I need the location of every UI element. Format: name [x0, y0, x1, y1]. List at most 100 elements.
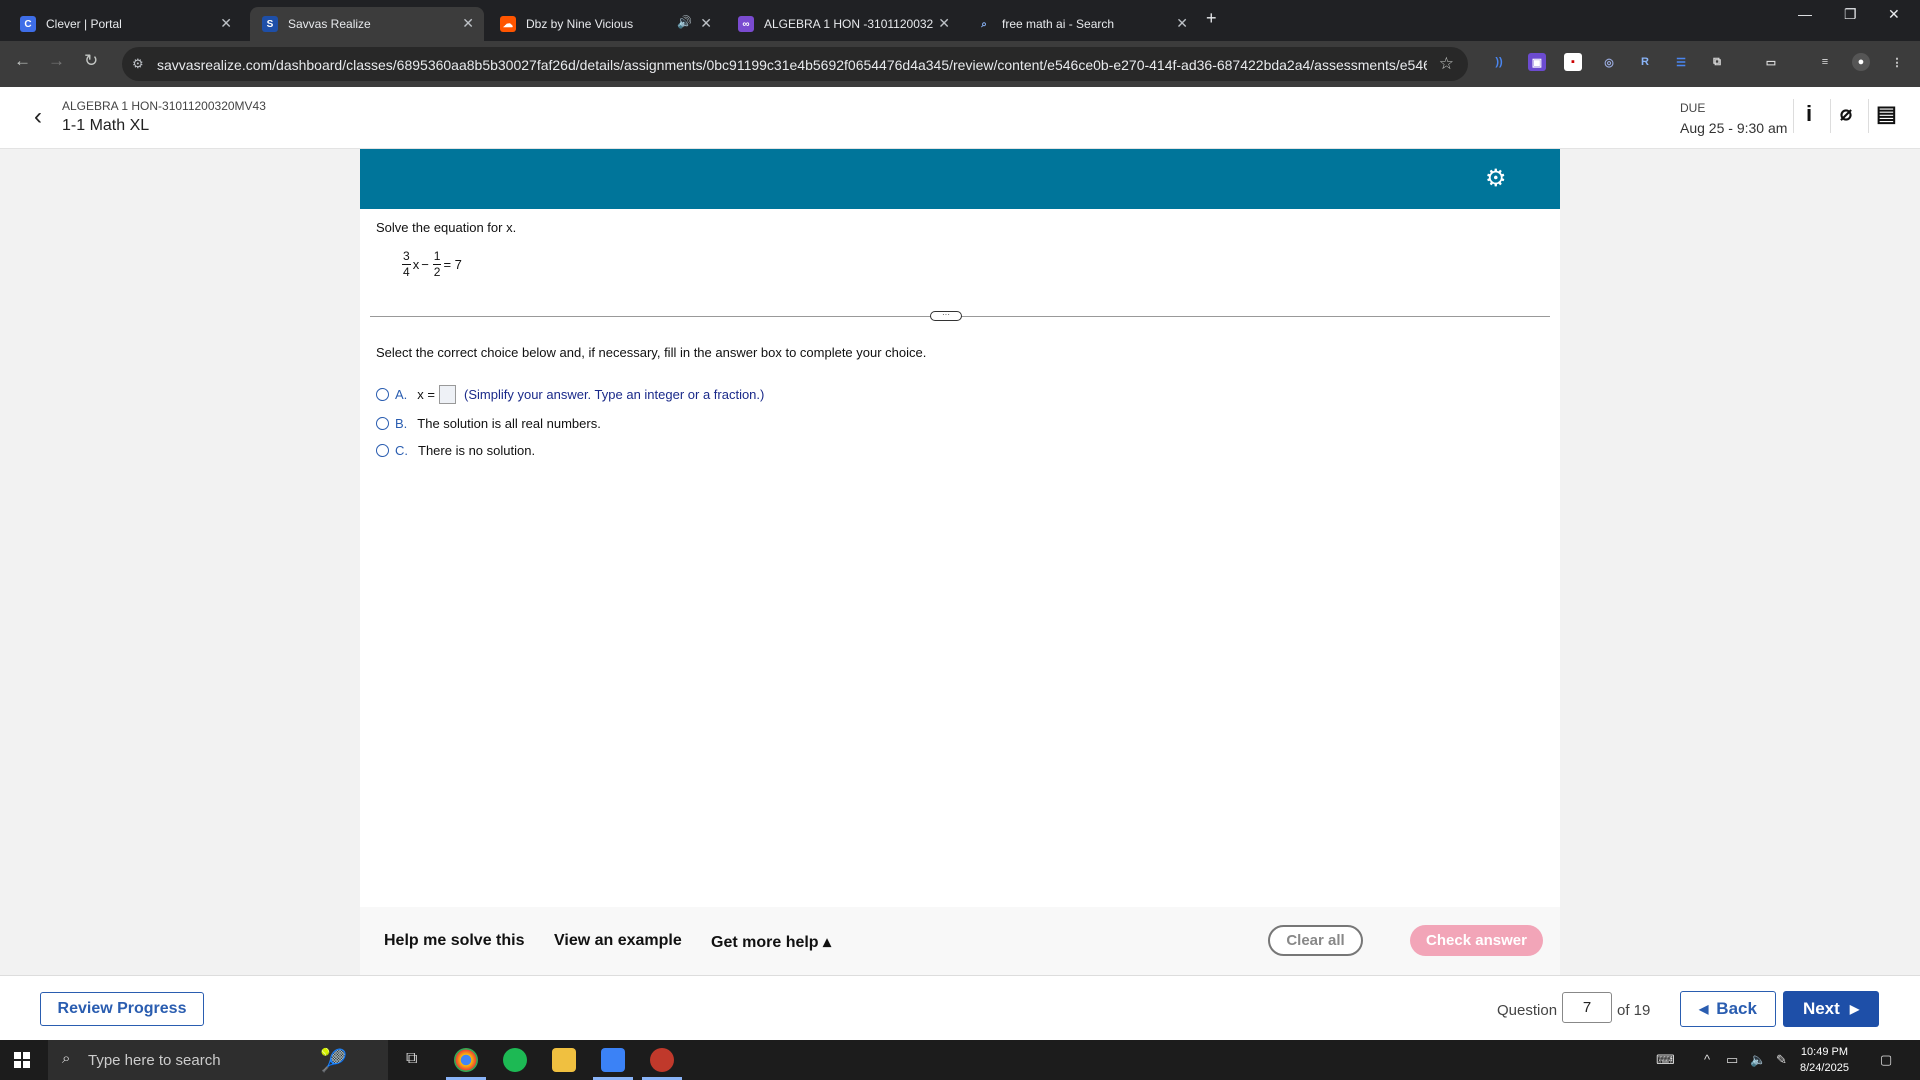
- bookmark-star-icon[interactable]: ☆: [1439, 54, 1454, 74]
- profile-avatar[interactable]: ●: [1852, 53, 1870, 71]
- tab-savvas-realize[interactable]: S Savvas Realize ✕: [250, 7, 484, 41]
- radio-button[interactable]: [376, 417, 389, 430]
- windows-start-icon[interactable]: [14, 1052, 30, 1068]
- instruction-text: Select the correct choice below and, if …: [376, 345, 927, 360]
- choice-letter: B.: [395, 416, 408, 431]
- soundcloud-icon: ☁: [500, 16, 516, 32]
- choice-text: There is no solution.: [418, 443, 536, 458]
- windows-taskbar: ⌕ Type here to search 🎾 ⧉ ⌨ ^ ▭ 🔈 ✎ 10:4…: [0, 1040, 1920, 1080]
- cast-icon[interactable]: ▭: [1762, 53, 1780, 71]
- choice-prefix: x =: [417, 387, 436, 402]
- app-icon[interactable]: [601, 1048, 625, 1072]
- site-info-icon[interactable]: ⚙: [132, 56, 144, 72]
- extension-icon[interactable]: R: [1636, 53, 1654, 71]
- keyboard-icon[interactable]: ⌨: [1656, 1052, 1675, 1068]
- clear-all-button[interactable]: Clear all: [1268, 925, 1363, 956]
- tab-clever[interactable]: C Clever | Portal ✕: [8, 7, 242, 41]
- radio-button[interactable]: [376, 444, 389, 457]
- taskbar-search-box[interactable]: ⌕ Type here to search 🎾: [48, 1040, 388, 1080]
- question-prompt: Solve the equation for x.: [376, 220, 517, 235]
- extension-icon[interactable]: ◎: [1600, 53, 1618, 71]
- tab-title: free math ai - Search: [1002, 17, 1115, 31]
- tab-search[interactable]: ⌕ free math ai - Search ✕: [964, 7, 1198, 41]
- gear-icon[interactable]: ⚙: [1485, 164, 1507, 193]
- back-button[interactable]: ◀ Back: [1680, 991, 1776, 1027]
- close-icon[interactable]: ✕: [1176, 15, 1188, 32]
- paperclip-icon[interactable]: ⌀: [1840, 101, 1852, 126]
- info-icon[interactable]: i: [1806, 101, 1812, 127]
- extension-icon[interactable]: ▪: [1564, 53, 1582, 71]
- extension-icon[interactable]: ☰: [1672, 53, 1690, 71]
- equation: 3 4 x − 1 2 = 7: [400, 249, 462, 280]
- panel-header: ⚙: [360, 149, 1560, 209]
- extension-icon[interactable]: ▣: [1528, 53, 1546, 71]
- choice-a[interactable]: A. x = (Simplify your answer. Type an in…: [376, 385, 764, 404]
- numerator: 1: [432, 249, 442, 265]
- answer-input[interactable]: [439, 385, 457, 404]
- divider: [1793, 99, 1794, 133]
- minimize-icon[interactable]: —: [1798, 6, 1812, 22]
- get-more-help-button[interactable]: Get more help ▴: [711, 932, 831, 952]
- forward-arrow-icon[interactable]: →: [48, 51, 65, 71]
- back-arrow-icon[interactable]: ←: [14, 51, 31, 71]
- close-icon[interactable]: ✕: [700, 15, 712, 32]
- tab-algebra[interactable]: ∞ ALGEBRA 1 HON -3101120032 ✕: [726, 7, 960, 41]
- back-label: Back: [1716, 999, 1757, 1018]
- clock-date: 8/24/2025: [1800, 1062, 1849, 1074]
- choice-c[interactable]: C. There is no solution.: [376, 443, 535, 458]
- close-icon[interactable]: ✕: [220, 15, 232, 32]
- fraction: 1 2: [432, 249, 442, 280]
- address-bar[interactable]: ⚙ savvasrealize.com/dashboard/classes/68…: [122, 47, 1468, 81]
- reload-icon[interactable]: ↻: [84, 51, 98, 71]
- spotify-icon[interactable]: [503, 1048, 527, 1072]
- close-icon[interactable]: ✕: [938, 15, 950, 32]
- volume-icon[interactable]: 🔈: [1750, 1052, 1766, 1068]
- choice-text: The solution is all real numbers.: [417, 416, 601, 431]
- tab-title: Clever | Portal: [46, 17, 122, 31]
- search-icon: ⌕: [62, 1050, 71, 1067]
- question-label: Question: [1497, 1002, 1558, 1019]
- tab-title: ALGEBRA 1 HON -3101120032: [764, 17, 934, 31]
- file-explorer-icon[interactable]: [552, 1048, 576, 1072]
- choice-b[interactable]: B. The solution is all real numbers.: [376, 416, 601, 431]
- clock-time: 10:49 PM: [1800, 1046, 1849, 1058]
- back-chevron-icon[interactable]: ‹: [34, 103, 42, 131]
- restore-icon[interactable]: ❐: [1844, 6, 1857, 23]
- media-controls-icon[interactable]: ≡: [1816, 53, 1834, 71]
- chrome-icon[interactable]: [454, 1048, 478, 1072]
- comment-icon[interactable]: ▤: [1876, 101, 1897, 127]
- review-progress-button[interactable]: Review Progress: [40, 992, 204, 1026]
- browser-toolbar: ← → ↻ ⚙ savvasrealize.com/dashboard/clas…: [0, 41, 1920, 87]
- pen-icon[interactable]: ✎: [1776, 1052, 1787, 1068]
- read-aloud-extension-icon[interactable]: )): [1490, 53, 1508, 71]
- radio-button[interactable]: [376, 388, 389, 401]
- search-placeholder: Type here to search: [88, 1052, 221, 1069]
- question-total: of 19: [1617, 1002, 1651, 1019]
- numerator: 3: [402, 249, 411, 265]
- extensions-puzzle-icon[interactable]: ⧉: [1708, 53, 1726, 71]
- system-clock[interactable]: 10:49 PM 8/24/2025: [1800, 1044, 1849, 1076]
- tab-soundcloud[interactable]: ☁ Dbz by Nine Vicious 🔊 ✕: [488, 7, 722, 41]
- check-answer-button[interactable]: Check answer: [1410, 925, 1543, 956]
- help-me-solve-button[interactable]: Help me solve this: [384, 932, 525, 950]
- question-number-input[interactable]: 7: [1562, 992, 1612, 1023]
- next-button[interactable]: Next ▶: [1783, 991, 1879, 1027]
- due-label: DUE: [1680, 101, 1706, 115]
- assignment-title: 1-1 Math XL: [62, 117, 150, 134]
- network-icon[interactable]: ▭: [1726, 1052, 1738, 1068]
- menu-kebab-icon[interactable]: ⋮: [1888, 53, 1906, 71]
- speaker-icon[interactable]: 🔊: [677, 15, 692, 29]
- notifications-icon[interactable]: ▢: [1880, 1052, 1892, 1068]
- new-tab-icon[interactable]: +: [1206, 8, 1217, 29]
- savvas-icon: S: [262, 16, 278, 32]
- question-navigation-bar: Review Progress Question 7 of 19 ◀ Back …: [0, 975, 1920, 1040]
- task-view-icon[interactable]: ⧉: [406, 1050, 417, 1068]
- view-example-button[interactable]: View an example: [554, 932, 682, 950]
- close-icon[interactable]: ✕: [462, 15, 474, 32]
- app-icon[interactable]: [650, 1048, 674, 1072]
- chevron-up-icon[interactable]: ^: [1704, 1052, 1710, 1067]
- assignment-header: ‹ ALGEBRA 1 HON-31011200320MV43 1-1 Math…: [0, 87, 1920, 149]
- divider-handle[interactable]: ···: [930, 311, 962, 321]
- close-window-icon[interactable]: ✕: [1888, 6, 1900, 23]
- divider: [1830, 99, 1831, 133]
